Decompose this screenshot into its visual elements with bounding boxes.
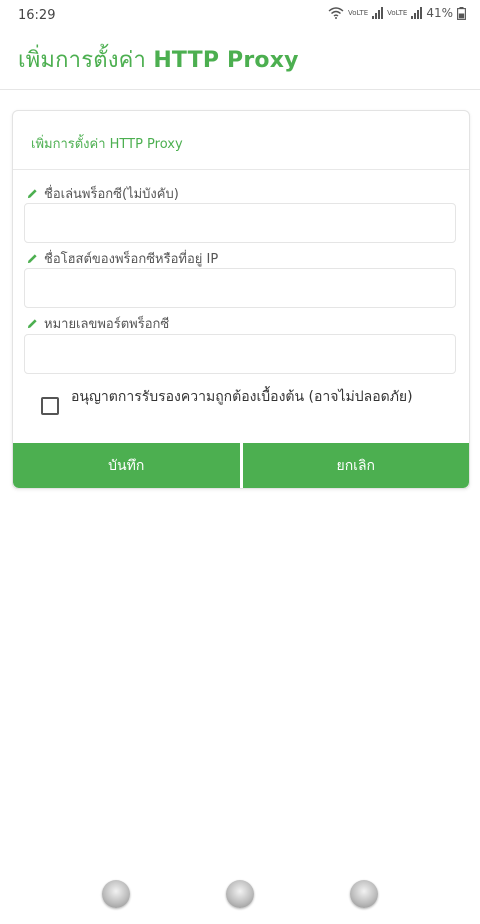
page-title: เพิ่มการตั้งค่า HTTP Proxy	[18, 42, 299, 77]
page-title-prefix: เพิ่มการตั้งค่า	[18, 48, 154, 73]
signal-icon-1	[372, 7, 384, 19]
save-button[interactable]: บันทึก	[13, 443, 240, 488]
pencil-icon	[27, 319, 37, 329]
proxy-host-label: ชื่อโฮสต์ของพร็อกซีหรือที่อยู่ IP	[27, 248, 218, 269]
card-divider	[13, 169, 469, 170]
card-title: เพิ่มการตั้งค่า HTTP Proxy	[31, 137, 183, 152]
proxy-nickname-input[interactable]	[24, 203, 456, 243]
volte-badge-1: VoLTE	[347, 8, 369, 17]
wifi-icon	[328, 7, 344, 19]
proxy-port-input[interactable]	[24, 334, 456, 374]
proxy-port-label-text: หมายเลขพอร์ตพร็อกซี	[44, 317, 170, 332]
button-row: บันทึก ยกเลิก	[13, 443, 469, 488]
battery-icon	[457, 6, 466, 20]
cancel-button[interactable]: ยกเลิก	[242, 443, 469, 488]
proxy-port-label: หมายเลขพอร์ตพร็อกซี	[27, 313, 169, 334]
volte-badge-2: VoLTE	[387, 8, 408, 17]
pencil-icon	[27, 254, 37, 264]
nav-home-icon[interactable]	[226, 880, 254, 908]
proxy-settings-card: เพิ่มการตั้งค่า HTTP Proxy ชื่อเล่นพร็อก…	[12, 110, 470, 489]
proxy-nickname-label-text: ชื่อเล่นพร็อกซี(ไม่บังคับ)	[44, 187, 179, 202]
status-time: 16:29	[18, 8, 56, 23]
navigation-bar	[0, 876, 480, 924]
status-bar: 16:29 VoLTE VoLTE 41%	[0, 0, 480, 34]
basic-auth-label: อนุญาตการรับรองความถูกต้องเบื้องต้น (อาจ…	[71, 389, 413, 405]
signal-icon-2	[411, 7, 423, 19]
appbar-divider	[0, 89, 480, 90]
proxy-host-input[interactable]	[24, 268, 456, 308]
battery-percent: 41%	[426, 6, 453, 20]
nav-back-icon[interactable]	[350, 880, 378, 908]
proxy-host-label-text: ชื่อโฮสต์ของพร็อกซีหรือที่อยู่ IP	[44, 252, 219, 267]
nav-recents-icon[interactable]	[102, 880, 130, 908]
proxy-nickname-label: ชื่อเล่นพร็อกซี(ไม่บังคับ)	[27, 183, 179, 204]
status-icons: VoLTE VoLTE 41%	[328, 6, 466, 20]
page-title-bold: HTTP Proxy	[153, 48, 299, 73]
basic-auth-checkbox[interactable]	[41, 397, 59, 415]
pencil-icon	[27, 189, 37, 199]
